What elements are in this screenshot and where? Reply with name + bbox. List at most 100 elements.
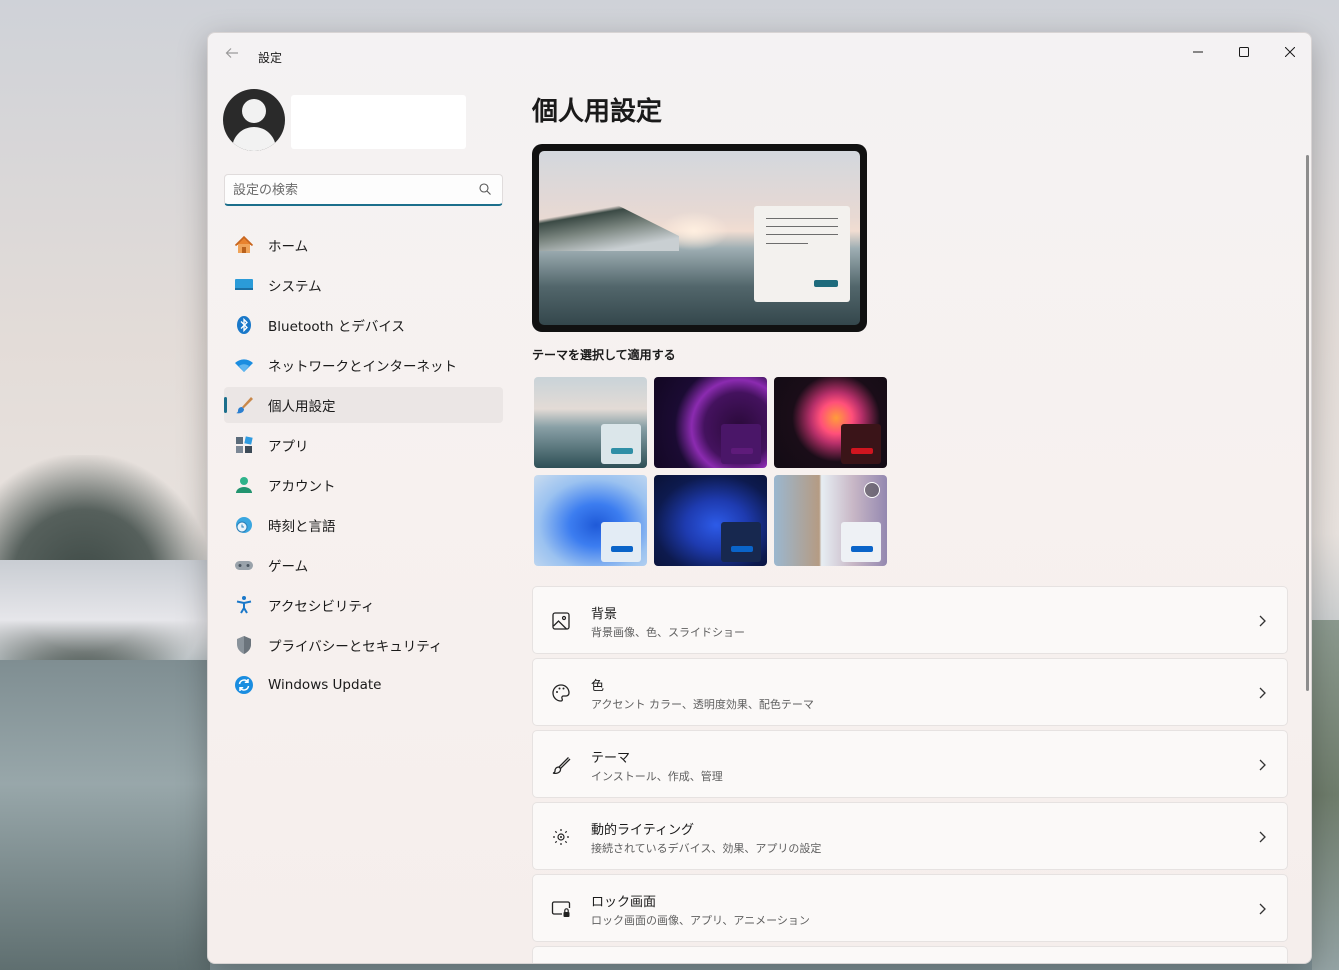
theme-accent-swatch [611, 546, 633, 552]
sidebar-item-label: システム [268, 279, 322, 295]
theme-option-3[interactable] [774, 377, 887, 468]
bluetooth-icon [234, 315, 254, 335]
system-icon [234, 275, 254, 295]
clock-globe-icon [234, 515, 254, 535]
theme-mini-window [841, 522, 881, 562]
apps-icon [234, 435, 254, 455]
avatar[interactable] [223, 89, 285, 151]
vertical-scrollbar[interactable] [1306, 155, 1309, 691]
preview-hill [539, 191, 679, 251]
sidebar-item-label: 個人用設定 [268, 399, 336, 415]
card-lock-screen[interactable]: ロック画面 ロック画面の画像、アプリ、アニメーション [532, 874, 1288, 942]
card-subtitle: 接続されているデバイス、効果、アプリの設定 [591, 842, 822, 855]
theme-option-6[interactable] [774, 475, 887, 566]
sidebar-item-label: ネットワークとインターネット [268, 359, 457, 375]
theme-option-1[interactable] [534, 377, 647, 468]
theme-mini-window [841, 424, 881, 464]
sidebar-item-label: Bluetooth とデバイス [268, 319, 405, 335]
card-background[interactable]: 背景 背景画像、色、スライドショー [532, 586, 1288, 654]
theme-accent-swatch [851, 448, 873, 454]
theme-heading: テーマを選択して適用する [532, 348, 676, 362]
card-title: 色 [591, 679, 605, 694]
card-next-partial[interactable] [532, 946, 1288, 963]
avatar-head [242, 99, 266, 123]
minimize-button[interactable] [1175, 38, 1221, 68]
window-title: 設定 [258, 51, 283, 65]
sidebar-item-apps[interactable]: アプリ [224, 427, 503, 463]
page-title: 個人用設定 [532, 97, 663, 127]
wallpaper-snow [0, 560, 210, 660]
accessibility-icon [234, 595, 254, 615]
sidebar-nav: ホーム システム Bluetooth とデバイス ネットワークとインターネット … [224, 227, 503, 707]
card-title: 動的ライティング [591, 823, 694, 838]
chevron-right-icon [1259, 759, 1266, 771]
maximize-button[interactable] [1221, 38, 1267, 68]
preview-line [766, 234, 838, 235]
avatar-body [232, 127, 276, 151]
card-subtitle: アクセント カラー、透明度効果、配色テーマ [591, 698, 814, 711]
card-dynamic-lighting[interactable]: 動的ライティング 接続されているデバイス、効果、アプリの設定 [532, 802, 1288, 870]
theme-accent-swatch [611, 448, 633, 454]
sidebar-item-time-language[interactable]: 時刻と言語 [224, 507, 503, 543]
maximize-icon [1239, 47, 1249, 57]
sidebar-item-accessibility[interactable]: アクセシビリティ [224, 587, 503, 623]
account-icon [234, 475, 254, 495]
chevron-right-icon [1259, 687, 1266, 699]
preview-line [766, 243, 808, 244]
preview-window [754, 206, 850, 302]
home-icon [234, 235, 254, 255]
sidebar-item-bluetooth[interactable]: Bluetooth とデバイス [224, 307, 503, 343]
user-name-redacted [291, 95, 466, 149]
lock-screen-icon [551, 901, 571, 917]
chevron-right-icon [1259, 831, 1266, 843]
sidebar-item-label: ゲーム [268, 559, 309, 575]
search-icon [479, 183, 491, 195]
title-bar: 設定 [208, 33, 1311, 81]
sidebar-item-label: アプリ [268, 439, 309, 455]
theme-accent-swatch [851, 546, 873, 552]
close-button[interactable] [1267, 38, 1311, 68]
sidebar-item-label: ホーム [268, 239, 309, 255]
gamepad-icon [234, 555, 254, 575]
card-colors[interactable]: 色 アクセント カラー、透明度効果、配色テーマ [532, 658, 1288, 726]
preview-button [814, 280, 838, 287]
sidebar-item-gaming[interactable]: ゲーム [224, 547, 503, 583]
search-input[interactable] [233, 180, 473, 200]
search-box[interactable] [224, 174, 503, 206]
card-title: 背景 [591, 607, 618, 622]
theme-option-4[interactable] [534, 475, 647, 566]
theme-mini-window [601, 522, 641, 562]
wallpaper-lake [0, 660, 210, 970]
theme-accent-swatch [731, 448, 753, 454]
preview-line [766, 226, 838, 227]
chevron-right-icon [1259, 903, 1266, 915]
sidebar-item-label: Windows Update [268, 677, 382, 693]
brush-icon [552, 757, 571, 775]
wifi-icon [234, 355, 254, 375]
theme-preview [532, 144, 867, 332]
minimize-icon [1193, 51, 1203, 53]
sidebar-item-privacy[interactable]: プライバシーとセキュリティ [224, 627, 503, 663]
sidebar-item-system[interactable]: システム [224, 267, 503, 303]
sidebar-item-label: アクセシビリティ [268, 599, 375, 615]
arrow-left-icon [225, 48, 238, 58]
sidebar-item-personalization[interactable]: 個人用設定 [224, 387, 503, 423]
theme-option-2[interactable] [654, 377, 767, 468]
image-icon [552, 612, 570, 630]
card-themes[interactable]: テーマ インストール、作成、管理 [532, 730, 1288, 798]
preview-line [766, 218, 838, 219]
theme-accent-swatch [731, 546, 753, 552]
sidebar-item-label: アカウント [268, 479, 336, 495]
theme-mini-window [601, 424, 641, 464]
sidebar-item-home[interactable]: ホーム [224, 227, 503, 263]
card-subtitle: 背景画像、色、スライドショー [591, 626, 745, 639]
shield-icon [234, 635, 254, 655]
theme-option-5[interactable] [654, 475, 767, 566]
sidebar-item-windows-update[interactable]: Windows Update [224, 667, 503, 703]
back-button[interactable] [222, 45, 242, 65]
update-icon [234, 675, 254, 695]
sidebar-item-accounts[interactable]: アカウント [224, 467, 503, 503]
spotlight-badge-icon [864, 482, 880, 498]
sidebar-item-network[interactable]: ネットワークとインターネット [224, 347, 503, 383]
preview-wallpaper [539, 151, 860, 325]
